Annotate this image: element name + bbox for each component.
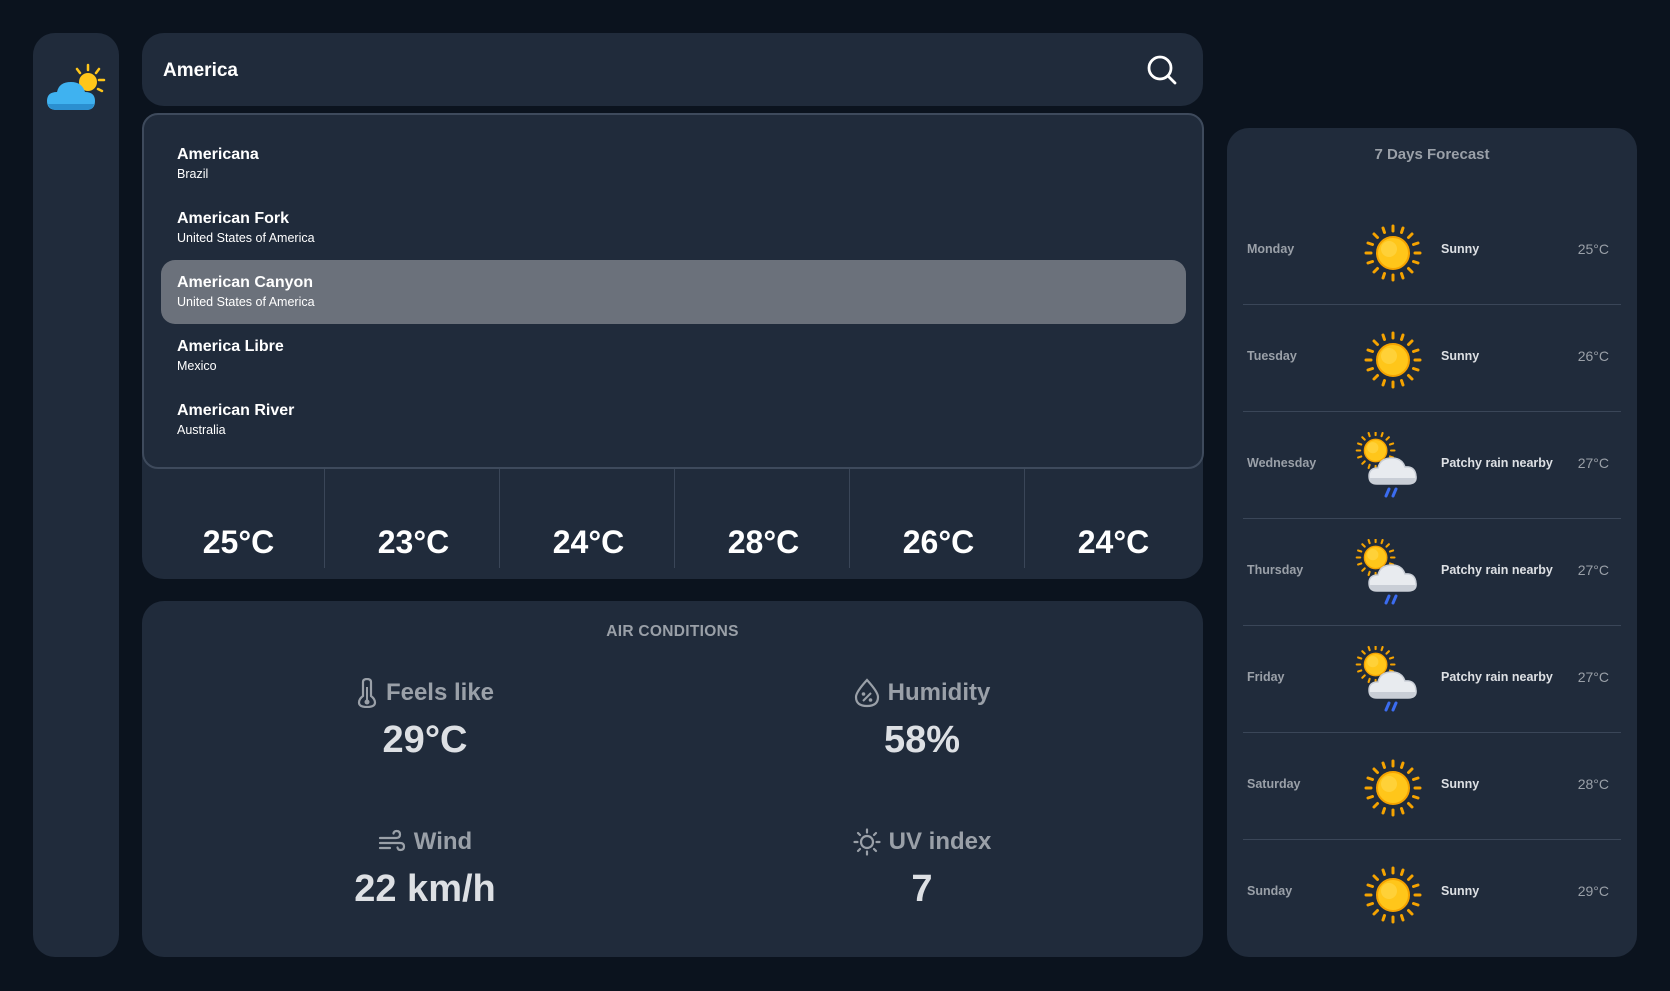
forecast-row: Thursday Patchy rain nearby 27°C <box>1243 519 1621 626</box>
feels-like-metric: Feels like 29°C <box>245 677 605 762</box>
suggestion-country: United States of America <box>177 231 315 245</box>
suggestion-city: America Libre <box>177 338 284 355</box>
suggestion-item[interactable]: American Fork United States of America <box>161 196 1186 260</box>
forecast-row: Saturday Sunny 28°C <box>1243 733 1621 840</box>
forecast-temp: 27°C <box>1577 669 1609 685</box>
uv-index-value: 7 <box>911 868 933 910</box>
search-icon[interactable] <box>1145 53 1179 87</box>
sun-icon <box>1364 331 1422 389</box>
forecast-condition: Patchy rain nearby <box>1441 670 1553 684</box>
forecast-day: Sunday <box>1247 884 1293 898</box>
forecast-condition: Sunny <box>1441 884 1480 898</box>
humidity-metric: Humidity 58% <box>742 677 1102 762</box>
forecast-title: 7 Days Forecast <box>1374 146 1490 163</box>
wind-value: 22 km/h <box>354 868 496 910</box>
forecast-row: Friday Patchy rain nearby 27°C <box>1243 626 1621 733</box>
forecast-temp: 25°C <box>1577 241 1609 257</box>
hourly-temp: 25°C <box>202 524 275 560</box>
forecast-condition: Patchy rain nearby <box>1441 563 1553 577</box>
suggestion-city: American Canyon <box>177 274 314 291</box>
forecast-temp: 29°C <box>1577 883 1609 899</box>
suggestion-city: American River <box>177 402 295 419</box>
forecast-row: Sunday Sunny 29°C <box>1243 840 1621 947</box>
forecast-day: Thursday <box>1247 563 1304 577</box>
forecast-day: Wednesday <box>1247 456 1317 470</box>
forecast-temp: 28°C <box>1577 776 1609 792</box>
air-conditions-panel: AIR CONDITIONS Feels like 29°C Humidity … <box>142 601 1203 957</box>
droplet-icon <box>854 678 879 708</box>
sun-icon <box>1364 759 1422 817</box>
search-input[interactable] <box>161 33 1115 108</box>
suggestion-country: Brazil <box>177 167 209 181</box>
humidity-value: 58% <box>883 719 961 761</box>
feels-like-value: 29°C <box>382 719 468 761</box>
suggestion-country: Australia <box>177 423 226 437</box>
forecast-condition: Sunny <box>1441 777 1480 791</box>
uv-index-label: UV index <box>888 828 992 855</box>
forecast-day: Saturday <box>1247 777 1301 791</box>
air-conditions-title: AIR CONDITIONS <box>606 623 739 640</box>
forecast-day: Friday <box>1247 670 1285 684</box>
wind-label: Wind <box>413 828 473 855</box>
suggestion-item[interactable]: America Libre Mexico <box>161 324 1186 388</box>
forecast-condition: Patchy rain nearby <box>1441 456 1553 470</box>
suggestion-city: Americana <box>177 146 259 163</box>
suggestion-city: American Fork <box>177 210 290 227</box>
forecast-day: Monday <box>1247 242 1295 256</box>
forecast-condition: Sunny <box>1441 349 1480 363</box>
sidebar <box>33 33 119 957</box>
hourly-temp: 23°C <box>377 524 450 560</box>
forecast-row: Wednesday Patchy rain nearby 27°C <box>1243 412 1621 519</box>
suggestion-item[interactable]: American River Australia <box>161 388 1186 452</box>
humidity-label: Humidity <box>887 679 991 706</box>
suggestion-country: United States of America <box>177 295 315 309</box>
sun-outline-icon <box>853 828 881 856</box>
search-suggestions-dropdown: Americana Brazil American Fork United St… <box>142 113 1204 469</box>
feels-like-label: Feels like <box>385 679 495 706</box>
forecast-temp: 27°C <box>1577 455 1609 471</box>
hourly-temp: 24°C <box>1077 524 1150 560</box>
suggestion-item-active[interactable]: American Canyon United States of America <box>161 260 1186 324</box>
patchy-rain-icon <box>1355 432 1431 502</box>
suggestion-country: Mexico <box>177 359 217 373</box>
hourly-temp: 24°C <box>552 524 625 560</box>
patchy-rain-icon <box>1355 539 1431 609</box>
seven-day-forecast-panel: 7 Days Forecast Monday Sunny 25°C Tuesda… <box>1227 128 1637 957</box>
forecast-temp: 26°C <box>1577 348 1609 364</box>
wind-metric: Wind 22 km/h <box>245 826 605 911</box>
wind-icon <box>378 829 405 852</box>
forecast-row: Monday Sunny 25°C <box>1243 198 1621 305</box>
forecast-day: Tuesday <box>1247 349 1297 363</box>
sun-icon <box>1364 224 1422 282</box>
forecast-temp: 27°C <box>1577 562 1609 578</box>
suggestion-item[interactable]: Americana Brazil <box>161 132 1186 196</box>
sun-icon <box>1364 866 1422 924</box>
hourly-temp: 26°C <box>902 524 975 560</box>
search-bar <box>142 33 1203 108</box>
app-logo-icon[interactable] <box>45 59 111 115</box>
forecast-row: Tuesday Sunny 26°C <box>1243 305 1621 412</box>
patchy-rain-icon <box>1355 646 1431 716</box>
forecast-condition: Sunny <box>1441 242 1480 256</box>
uv-index-metric: UV index 7 <box>742 826 1102 911</box>
thermometer-icon <box>357 678 377 708</box>
hourly-temp: 28°C <box>727 524 800 560</box>
